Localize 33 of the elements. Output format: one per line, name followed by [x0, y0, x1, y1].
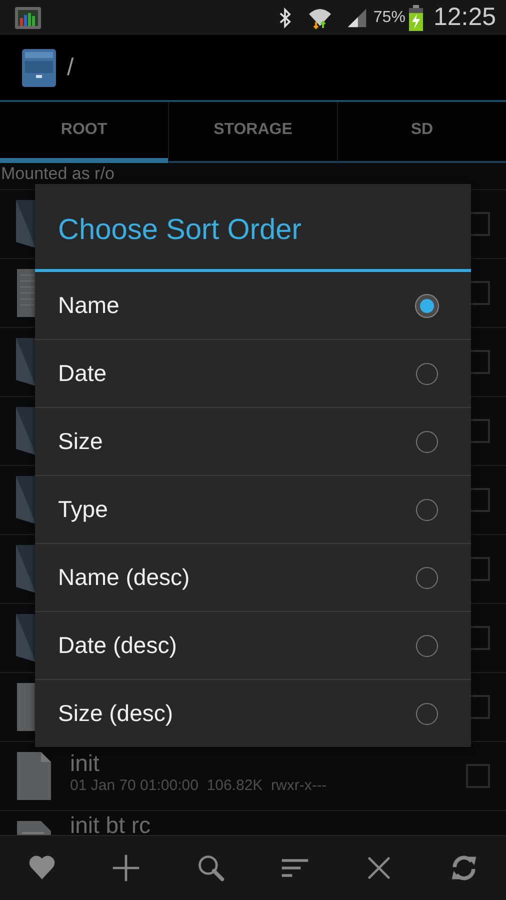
battery-percentage: 75%	[373, 8, 406, 26]
radio-button[interactable]	[416, 498, 438, 520]
radio-button[interactable]	[416, 566, 438, 588]
add-icon[interactable]	[111, 853, 142, 883]
tab[interactable]: SD	[337, 102, 506, 163]
radio-button[interactable]	[416, 702, 438, 724]
bluetooth-icon	[277, 6, 294, 28]
sort-option[interactable]: Type	[35, 475, 471, 543]
sort-option[interactable]: Name	[35, 272, 471, 339]
current-path: /	[67, 54, 74, 82]
sort-option[interactable]: Date (desc)	[35, 611, 471, 679]
dialog-title: Choose Sort Order	[35, 184, 471, 272]
sort-option[interactable]: Size (desc)	[35, 679, 471, 747]
clock-time: 12:25	[433, 3, 496, 32]
file-details: 01 Jan 70 01:00:00 106.82K rwxr-x---	[70, 777, 328, 794]
radio-button[interactable]	[416, 430, 438, 452]
file-name: init	[70, 751, 100, 775]
sort-option[interactable]: Size	[35, 407, 471, 475]
chart-icon	[14, 6, 42, 30]
tab[interactable]: STORAGE	[168, 102, 337, 163]
radio-button[interactable]	[416, 294, 438, 316]
sort-option[interactable]: Date	[35, 339, 471, 407]
file-icon	[14, 750, 54, 802]
search-icon[interactable]	[196, 853, 226, 883]
cabinet-icon	[21, 48, 57, 88]
file-name: init bt rc	[70, 813, 152, 837]
battery-charging-icon	[409, 4, 424, 30]
radio-button[interactable]	[416, 634, 438, 656]
radio-button[interactable]	[416, 362, 438, 384]
checkbox[interactable]	[466, 764, 490, 788]
sort-option[interactable]: Name (desc)	[35, 543, 471, 611]
tab[interactable]: ROOT	[0, 102, 168, 163]
file-icon	[14, 267, 35, 319]
